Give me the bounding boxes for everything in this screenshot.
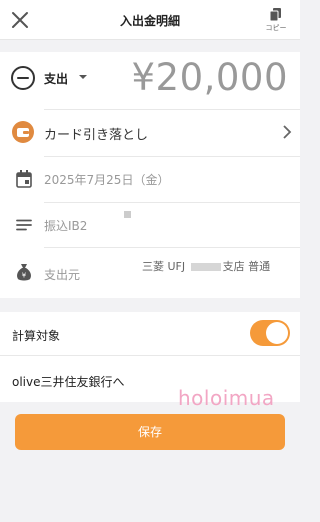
redacted-mark: [124, 211, 131, 218]
copy-icon: [270, 8, 281, 22]
category-label: カード引き落とし: [44, 128, 149, 143]
chevron-right-icon: [283, 125, 292, 139]
header-bar: 入出金明細 コピー: [0, 0, 300, 40]
divider: [0, 355, 300, 356]
caret-down-icon: [79, 75, 87, 79]
wallet-icon: [12, 121, 34, 143]
memo-lines-icon: [16, 219, 32, 231]
amount-input[interactable]: ¥20,000: [131, 56, 288, 99]
svg-text:¥: ¥: [22, 272, 27, 280]
page-title: 入出金明細: [119, 14, 180, 28]
source-label: 支出元: [44, 268, 81, 282]
watermark: holoimua: [178, 386, 275, 410]
memo-field: 振込IB2: [44, 219, 88, 233]
calc-target-label: 計算対象: [12, 329, 61, 343]
note-field[interactable]: olive三井住友銀行へ: [12, 373, 125, 390]
account-type: 普通: [248, 260, 271, 273]
minus-circle-icon: [11, 66, 35, 90]
toggle-knob: [266, 322, 288, 344]
account-branch: 支店: [222, 260, 245, 273]
type-label: 支出: [44, 72, 69, 86]
copy-label: コピー: [265, 24, 287, 32]
account-bank: 三菱 UFJ: [142, 260, 186, 273]
redacted-block: [190, 263, 221, 271]
date-field: 2025年7月25日（金）: [44, 173, 170, 187]
calendar-icon: [16, 170, 32, 188]
account-name: 三菱 UFJ 支店 普通: [142, 258, 270, 274]
calc-target-toggle[interactable]: [250, 320, 290, 346]
copy-button[interactable]: コピー: [262, 8, 290, 38]
save-button[interactable]: 保存: [15, 414, 285, 450]
money-bag-icon: ¥: [17, 264, 31, 281]
